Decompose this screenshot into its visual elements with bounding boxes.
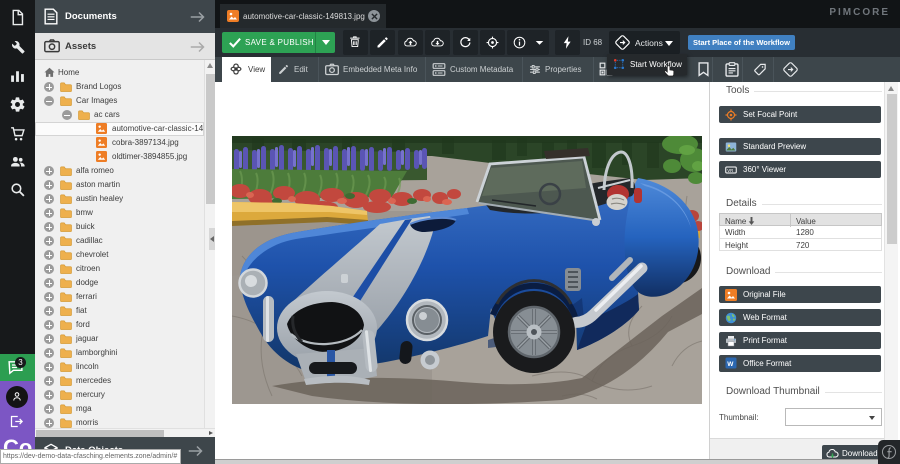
svg-text:VR: VR: [727, 167, 733, 172]
svg-text:W: W: [727, 361, 734, 368]
